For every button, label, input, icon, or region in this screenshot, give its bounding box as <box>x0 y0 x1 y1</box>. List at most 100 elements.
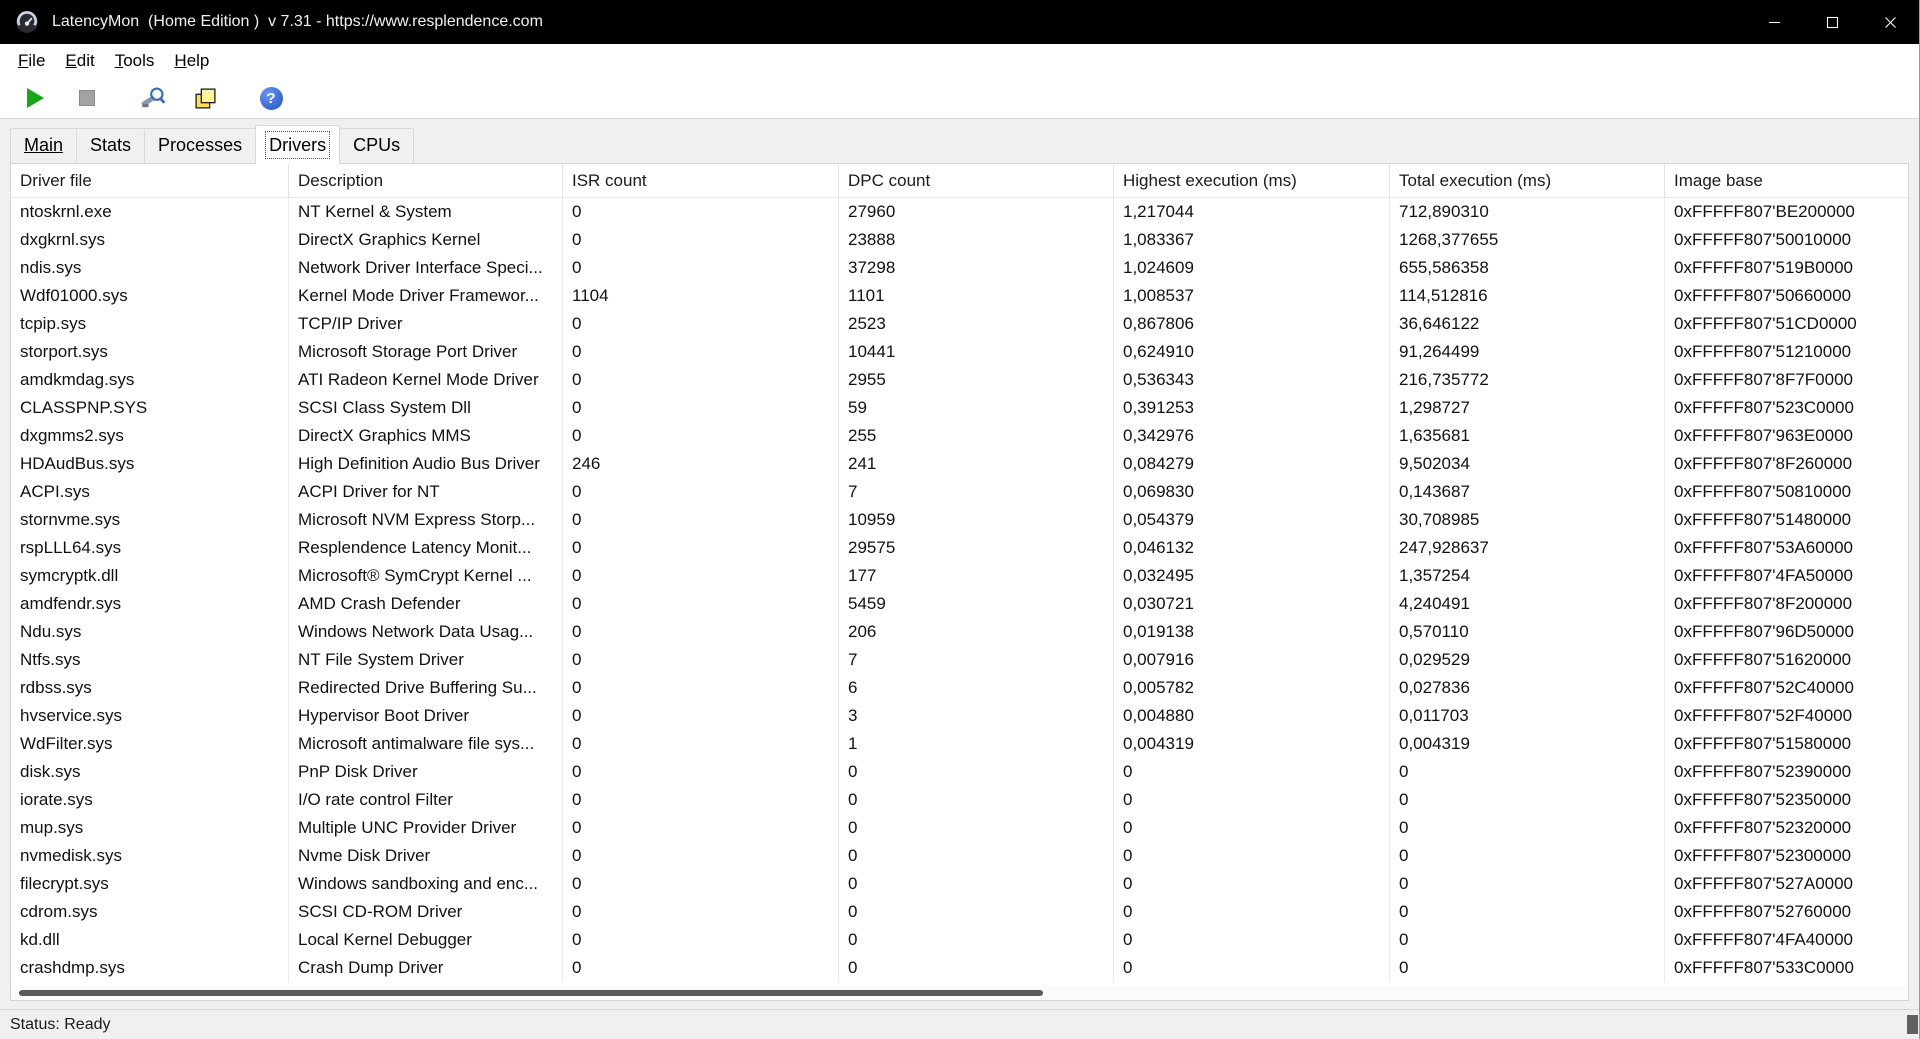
cell: 0 <box>563 730 839 758</box>
menu-tools[interactable]: Tools <box>105 47 165 75</box>
cell: 0 <box>563 506 839 534</box>
drivers-pane: Driver file Description ISR count DPC count… <box>10 163 1909 1001</box>
tab-strip: Main Stats Processes Drivers CPUs <box>0 119 1919 164</box>
cell: 23888 <box>839 226 1114 254</box>
cell: 0xFFFFF807'52320000 <box>1674 818 1852 837</box>
table-row[interactable]: CLASSPNP.SYS SCSI Class System Dll 0 59 0,39… <box>11 394 1908 422</box>
table-row[interactable]: ACPI.sys ACPI Driver for NT 0 7 0,069830 0,14… <box>11 478 1908 506</box>
cell: 0 <box>1390 842 1665 870</box>
cell: dxgmms2.sys <box>11 422 289 450</box>
cell: SCSI CD-ROM Driver <box>289 898 563 926</box>
cell: Local Kernel Debugger <box>289 926 563 954</box>
menu-file[interactable]: File <box>8 47 55 75</box>
column-header-isr-count[interactable]: ISR count <box>563 164 839 197</box>
cell: 0,054379 <box>1114 506 1390 534</box>
table-row[interactable]: kd.dll Local Kernel Debugger 0 0 0 0 0xFFFFF80… <box>11 926 1908 954</box>
menu-edit[interactable]: Edit <box>55 47 104 75</box>
column-header-image-base[interactable]: Image base <box>1665 164 1908 197</box>
menu-help[interactable]: Help <box>164 47 219 75</box>
cell: 0 <box>563 702 839 730</box>
cell: 10959 <box>839 506 1114 534</box>
cell: 0xFFFFF807'8F200000 <box>1674 594 1853 613</box>
cell: Network Driver Interface Speci... <box>289 254 563 282</box>
cell: 0 <box>1390 814 1665 842</box>
column-header-total-execution-ms[interactable]: Total execution (ms) <box>1390 164 1665 197</box>
cell: 0xFFFFF807'533C0000 <box>1674 958 1854 977</box>
column-header-dpc-count[interactable]: DPC count <box>839 164 1114 197</box>
window-controls <box>1745 0 1919 44</box>
tab-processes[interactable]: Processes <box>144 128 257 163</box>
tab-cpus[interactable]: CPUs <box>339 128 415 163</box>
cell: 1,217044 <box>1114 198 1390 226</box>
table-row[interactable]: iorate.sys I/O rate control Filter 0 0 0 0 0xF… <box>11 786 1908 814</box>
horizontal-scrollbar-thumb[interactable] <box>19 990 1044 996</box>
table-row[interactable]: nvmedisk.sys Nvme Disk Driver 0 0 0 0 0xFFFFF8… <box>11 842 1908 870</box>
stop-monitor-button[interactable] <box>70 82 104 114</box>
start-monitor-button[interactable] <box>18 82 52 114</box>
cell: 36,646122 <box>1390 310 1665 338</box>
tab-drivers[interactable]: Drivers <box>255 125 341 164</box>
cell: Windows Network Data Usag... <box>289 618 563 646</box>
cell: tcpip.sys <box>11 310 289 338</box>
table-row[interactable]: symcryptk.dll Microsoft® SymCrypt Kernel … <box>11 562 1908 590</box>
table-row[interactable]: dxgkrnl.sys DirectX Graphics Kernel 0 23888… <box>11 226 1908 254</box>
cell: 27960 <box>839 198 1114 226</box>
column-header-highest-execution-ms[interactable]: Highest execution (ms) <box>1114 164 1390 197</box>
help-button[interactable]: ? <box>254 82 288 114</box>
table-row[interactable]: ntoskrnl.exe NT Kernel & System 0 27960 1,21… <box>11 198 1908 226</box>
cell: 0 <box>839 898 1114 926</box>
tools-button[interactable] <box>136 82 170 114</box>
cell: disk.sys <box>11 758 289 786</box>
cell: 0xFFFFF807'52F40000 <box>1674 706 1853 725</box>
table-row[interactable]: cdrom.sys SCSI CD-ROM Driver 0 0 0 0 0xFFFFF80… <box>11 898 1908 926</box>
table-row[interactable]: Ndu.sys Windows Network Data Usag... 0 206 0… <box>11 618 1908 646</box>
resize-grip[interactable] <box>1907 1015 1918 1034</box>
cell: 0 <box>563 954 839 982</box>
table-row[interactable]: hvservice.sys Hypervisor Boot Driver 0 3 0,0… <box>11 702 1908 730</box>
cell: 0 <box>563 758 839 786</box>
cell: 0,391253 <box>1114 394 1390 422</box>
cell: 0xFFFFF807'527A0000 <box>1674 874 1854 893</box>
table-row[interactable]: mup.sys Multiple UNC Provider Driver 0 0 0 0 0… <box>11 814 1908 842</box>
table-row[interactable]: ndis.sys Network Driver Interface Speci..… <box>11 254 1908 282</box>
table-row[interactable]: amdkmdag.sys ATI Radeon Kernel Mode Drive… <box>11 366 1908 394</box>
table-row[interactable]: HDAudBus.sys High Definition Audio Bus Dr… <box>11 450 1908 478</box>
table-row[interactable]: storport.sys Microsoft Storage Port Drive… <box>11 338 1908 366</box>
table-row[interactable]: filecrypt.sys Windows sandboxing and enc.… <box>11 870 1908 898</box>
tab-main[interactable]: Main <box>10 128 78 163</box>
cell: 0xFFFFF807'4FA50000 <box>1674 566 1853 585</box>
cell: Hypervisor Boot Driver <box>289 702 563 730</box>
column-header-driver-file[interactable]: Driver file <box>11 164 289 197</box>
cell: Microsoft® SymCrypt Kernel ... <box>289 562 563 590</box>
cell: ACPI Driver for NT <box>289 478 563 506</box>
table-row[interactable]: tcpip.sys TCP/IP Driver 0 2523 0,867806 36,64… <box>11 310 1908 338</box>
horizontal-scrollbar[interactable] <box>11 986 1908 1000</box>
play-icon <box>26 88 44 108</box>
cell: 2523 <box>839 310 1114 338</box>
table-row[interactable]: Ntfs.sys NT File System Driver 0 7 0,007916 0… <box>11 646 1908 674</box>
copy-report-button[interactable] <box>188 82 222 114</box>
table-row[interactable]: stornvme.sys Microsoft NVM Express Storp.… <box>11 506 1908 534</box>
minimize-button[interactable] <box>1745 0 1803 44</box>
cell: Wdf01000.sys <box>11 282 289 310</box>
cell: 0 <box>1390 758 1665 786</box>
table-row[interactable]: dxgmms2.sys DirectX Graphics MMS 0 255 0,342… <box>11 422 1908 450</box>
maximize-button[interactable] <box>1803 0 1861 44</box>
table-row[interactable]: rspLLL64.sys Resplendence Latency Monit..… <box>11 534 1908 562</box>
table-row[interactable]: amdfendr.sys AMD Crash Defender 0 5459 0,030… <box>11 590 1908 618</box>
cell: 0xFFFFF807'52350000 <box>1674 790 1852 809</box>
cell: 0,011703 <box>1390 702 1665 730</box>
close-button[interactable] <box>1861 0 1919 44</box>
table-row[interactable]: rdbss.sys Redirected Drive Buffering Su..… <box>11 674 1908 702</box>
table-row[interactable]: disk.sys PnP Disk Driver 0 0 0 0 0xFFFFF807'52… <box>11 758 1908 786</box>
column-header-description[interactable]: Description <box>289 164 563 197</box>
table-row[interactable]: WdFilter.sys Microsoft antimalware file s… <box>11 730 1908 758</box>
cell: 0 <box>1390 898 1665 926</box>
tab-stats[interactable]: Stats <box>76 128 146 163</box>
table-row[interactable]: Wdf01000.sys Kernel Mode Driver Framewor.… <box>11 282 1908 310</box>
cell: 1,357254 <box>1390 562 1665 590</box>
table-row[interactable]: crashdmp.sys Crash Dump Driver 0 0 0 0 0xFFFFF… <box>11 954 1908 982</box>
cell: NT Kernel & System <box>289 198 563 226</box>
cell: 0,030721 <box>1114 590 1390 618</box>
cell: 0,046132 <box>1114 534 1390 562</box>
